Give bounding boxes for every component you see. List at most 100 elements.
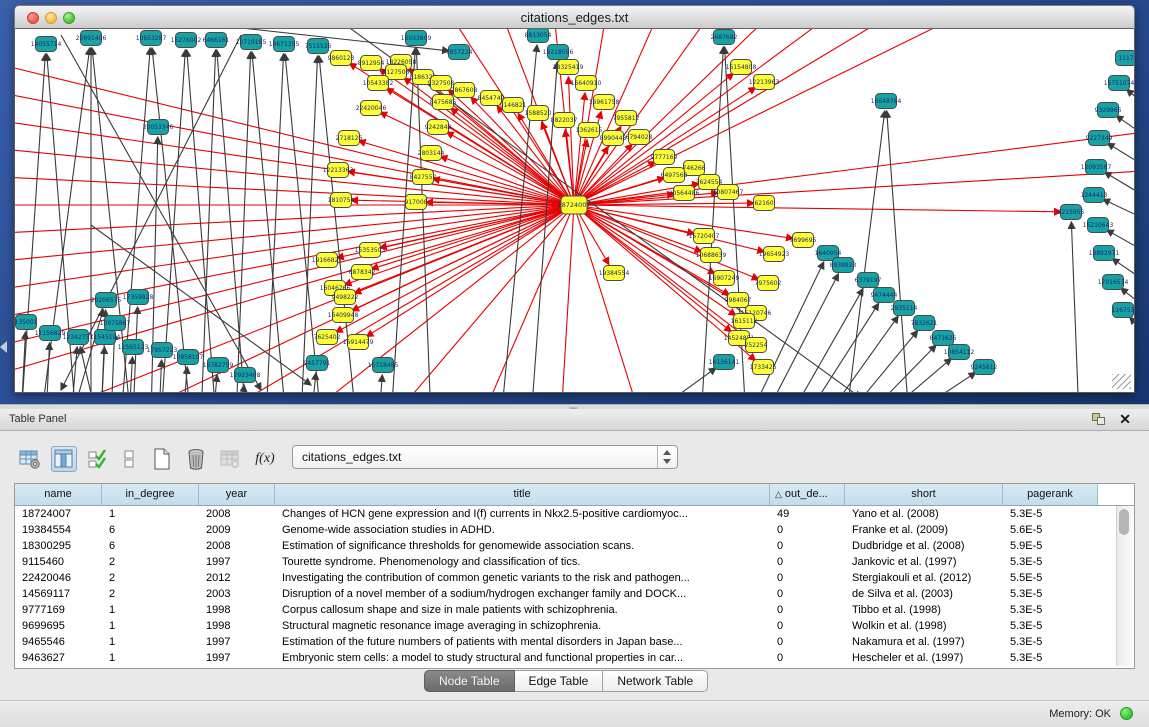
citation-edge[interactable] bbox=[561, 205, 574, 392]
network-node[interactable]: 917008 bbox=[405, 195, 428, 210]
close-panel-icon[interactable]: ✕ bbox=[1119, 411, 1131, 427]
edge[interactable] bbox=[701, 47, 723, 392]
table-cell-short[interactable]: Tibbo et al. (1998) bbox=[845, 602, 1003, 618]
network-node[interactable]: 15353503 bbox=[355, 243, 386, 258]
table-row[interactable]: 946362711997Embryonic stem cells: a mode… bbox=[15, 650, 1134, 666]
delete-table-button[interactable] bbox=[217, 446, 243, 472]
network-node[interactable]: 7955812 bbox=[613, 111, 640, 126]
table-cell-name[interactable]: 9465546 bbox=[15, 634, 102, 650]
network-node[interactable]: 1615112 bbox=[731, 314, 758, 329]
table-cell-title[interactable]: Structural magnetic resonance image aver… bbox=[275, 618, 770, 634]
citation-edge[interactable] bbox=[359, 141, 574, 205]
network-node[interactable]: 9498222 bbox=[332, 290, 359, 305]
table-cell-out_degree[interactable]: 0 bbox=[770, 634, 845, 650]
table-cell-year[interactable]: 1997 bbox=[199, 650, 275, 666]
network-node[interactable]: 1588520 bbox=[525, 106, 552, 121]
network-node[interactable]: 19166827 bbox=[312, 253, 343, 268]
table-cell-in_degree[interactable]: 1 bbox=[102, 602, 199, 618]
table-cell-name[interactable]: 14569117 bbox=[15, 586, 102, 602]
table-cell-short[interactable]: Stergiakouli et al. (2012) bbox=[845, 570, 1003, 586]
network-node[interactable]: 1733426 bbox=[750, 360, 777, 375]
network-node[interactable]: 8938923 bbox=[830, 258, 857, 273]
tab-edge-table[interactable]: Edge Table bbox=[515, 670, 604, 692]
table-cell-in_degree[interactable]: 2 bbox=[102, 554, 199, 570]
panel-collapse-arrow-icon[interactable] bbox=[0, 341, 7, 353]
table-mode-button[interactable] bbox=[17, 446, 43, 472]
table-select-dropdown[interactable]: citations_edges.txt bbox=[292, 445, 678, 469]
network-node[interactable]: 9777169 bbox=[651, 150, 678, 165]
network-node[interactable]: 8475685 bbox=[430, 95, 457, 110]
table-row[interactable]: 946554611997Estimation of the future num… bbox=[15, 634, 1134, 650]
network-node[interactable]: 19218596 bbox=[543, 45, 574, 60]
edge[interactable] bbox=[266, 54, 284, 392]
table-cell-year[interactable]: 1998 bbox=[199, 618, 275, 634]
function-builder-button[interactable]: f(x) bbox=[252, 446, 278, 472]
edge[interactable] bbox=[391, 48, 415, 392]
table-cell-in_degree[interactable]: 6 bbox=[102, 538, 199, 554]
network-canvas[interactable]: 9860123891295418226058912750881863281054… bbox=[15, 29, 1135, 392]
network-node[interactable]: 2867608 bbox=[451, 83, 478, 98]
network-window-titlebar[interactable]: citations_edges.txt bbox=[14, 5, 1135, 29]
table-row[interactable]: 977716911998Corpus callosum shape and si… bbox=[15, 602, 1134, 618]
memory-status-icon[interactable] bbox=[1120, 707, 1133, 720]
network-node[interactable]: 8471626 bbox=[930, 331, 957, 346]
table-cell-year[interactable]: 1998 bbox=[199, 602, 275, 618]
table-row[interactable]: 1938455462009Genome-wide association stu… bbox=[15, 522, 1134, 538]
network-node[interactable]: 2803144 bbox=[418, 146, 445, 161]
network-node[interactable]: 2935114 bbox=[891, 301, 918, 316]
table-cell-short[interactable]: Yano et al. (2008) bbox=[845, 506, 1003, 522]
network-node[interactable]: 19654923 bbox=[759, 247, 790, 262]
table-cell-pagerank[interactable]: 5.3E-5 bbox=[1003, 618, 1098, 634]
network-node[interactable]: 6379197 bbox=[855, 273, 882, 288]
table-cell-title[interactable]: Investigating the contribution of common… bbox=[275, 570, 770, 586]
table-row[interactable]: 2242004622012Investigating the contribut… bbox=[15, 570, 1134, 586]
edge[interactable] bbox=[80, 347, 96, 392]
edge[interactable] bbox=[804, 303, 879, 392]
table-cell-title[interactable]: Changes of HCN gene expression and I(f) … bbox=[275, 506, 770, 522]
table-cell-title[interactable]: Corpus callosum shape and size in male p… bbox=[275, 602, 770, 618]
table-cell-pagerank[interactable]: 5.3E-5 bbox=[1003, 602, 1098, 618]
table-cell-out_degree[interactable]: 0 bbox=[770, 522, 845, 538]
table-cell-name[interactable]: 18300295 bbox=[15, 538, 102, 554]
network-node[interactable]: 14671355 bbox=[269, 37, 300, 52]
tab-node-table[interactable]: Node Table bbox=[424, 670, 515, 692]
deselect-all-rows-button[interactable] bbox=[116, 446, 142, 472]
edge[interactable] bbox=[763, 274, 838, 392]
network-node[interactable]: 12213363 bbox=[323, 163, 354, 178]
table-scrollbar[interactable] bbox=[1116, 506, 1132, 666]
table-cell-pagerank[interactable]: 5.3E-5 bbox=[1003, 554, 1098, 570]
edge[interactable] bbox=[1130, 317, 1135, 340]
network-node[interactable]: 15276002 bbox=[171, 33, 202, 48]
table-cell-title[interactable]: Tourette syndrome. Phenomenology and cla… bbox=[275, 554, 770, 570]
network-node[interactable]: 16210643 bbox=[1083, 218, 1114, 233]
table-row[interactable]: 1456911722003Disruption of a novel membe… bbox=[15, 586, 1134, 602]
network-node[interactable]: 16640910 bbox=[571, 76, 602, 91]
network-node[interactable]: 1244413 bbox=[1081, 188, 1108, 203]
network-node[interactable]: 9860123 bbox=[328, 51, 355, 66]
table-cell-out_degree[interactable]: 0 bbox=[770, 538, 845, 554]
citation-edge[interactable] bbox=[574, 170, 1135, 205]
table-scrollbar-thumb[interactable] bbox=[1119, 509, 1129, 535]
edge[interactable] bbox=[1108, 143, 1135, 170]
edge[interactable] bbox=[236, 52, 251, 392]
show-columns-button[interactable] bbox=[51, 446, 77, 472]
network-node[interactable]: 116753 bbox=[1112, 303, 1135, 318]
citation-edge[interactable] bbox=[574, 130, 1135, 205]
network-node[interactable]: 8215955 bbox=[1058, 205, 1085, 220]
table-cell-pagerank[interactable]: 5.3E-5 bbox=[1003, 650, 1098, 666]
table-cell-name[interactable]: 9115460 bbox=[15, 554, 102, 570]
table-cell-name[interactable]: 9699695 bbox=[15, 618, 102, 634]
column-header-short[interactable]: short bbox=[845, 484, 1003, 505]
table-cell-name[interactable]: 18724007 bbox=[15, 506, 102, 522]
network-node[interactable]: 10854112 bbox=[944, 345, 975, 360]
tab-network-table[interactable]: Network Table bbox=[603, 670, 708, 692]
edge[interactable] bbox=[644, 368, 716, 392]
network-node[interactable]: 12213963 bbox=[749, 75, 780, 90]
table-row[interactable]: 911546021997Tourette syndrome. Phenomeno… bbox=[15, 554, 1134, 570]
table-cell-in_degree[interactable]: 2 bbox=[102, 586, 199, 602]
network-node[interactable]: 9474444 bbox=[871, 288, 898, 303]
table-cell-short[interactable]: Jankovic et al. (1997) bbox=[845, 554, 1003, 570]
network-node[interactable]: 7625402 bbox=[314, 330, 341, 345]
network-node[interactable]: 7975602 bbox=[755, 276, 782, 291]
table-cell-short[interactable]: Wolkin et al. (1998) bbox=[845, 618, 1003, 634]
